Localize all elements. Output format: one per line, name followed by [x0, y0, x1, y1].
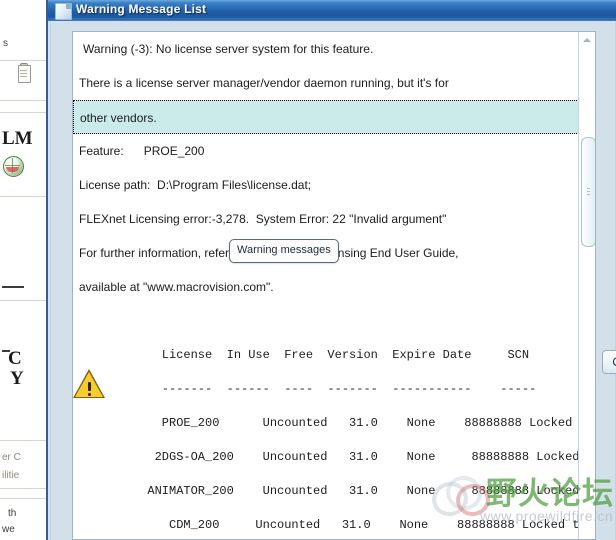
background-text-4: er C — [2, 452, 21, 463]
tooltip: Warning messages — [229, 239, 339, 263]
globe-icon — [3, 156, 24, 177]
background-text-3: Y — [10, 368, 24, 389]
background-rule — [2, 350, 10, 352]
background-divider — [0, 196, 46, 197]
clipboard-icon — [16, 63, 32, 83]
background-divider — [0, 488, 46, 489]
dialog-title: Warning Message List — [76, 2, 207, 16]
message-line[interactable]: Warning (-3): No license server system f… — [73, 32, 579, 66]
message-line[interactable]: Feature: PROE_200 — [73, 134, 579, 168]
background-text-2: C — [8, 348, 22, 369]
message-line-selected[interactable]: other vendors. — [73, 100, 579, 134]
message-list[interactable]: Warning (-3): No license server system f… — [73, 32, 579, 539]
background-application: s LM C Yer C ilitie th we — [0, 0, 46, 540]
background-text-6: th — [8, 508, 17, 519]
background-divider — [0, 440, 46, 441]
background-text-5: ilitie — [2, 470, 20, 481]
vertical-scrollbar[interactable] — [578, 32, 595, 539]
warning-triangle-icon — [73, 369, 106, 399]
message-line[interactable]: FLEXnet Licensing error:-3,278. System E… — [73, 202, 579, 236]
background-divider — [0, 300, 46, 301]
dialog-body: Warning (-3): No license server system f… — [48, 21, 616, 540]
background-rule — [2, 286, 24, 288]
license-table-separator: ------- ------ ---- ------- ----------- … — [133, 382, 537, 396]
warning-message-list-dialog: Warning Message List Warning (-3): No li… — [46, 0, 616, 540]
message-line[interactable]: There is a license server manager/vendor… — [73, 66, 579, 100]
message-line[interactable]: available at "www.macrovision.com". — [73, 270, 579, 304]
message-list-panel[interactable]: Warning (-3): No license server system f… — [72, 31, 596, 540]
message-line[interactable]: License path: D:\Program Files\license.d… — [73, 168, 579, 202]
document-icon — [55, 3, 72, 20]
license-table-row[interactable]: 2DGS-OA_200 Uncounted 31.0 None 88888888… — [73, 440, 579, 474]
background-text-7: we — [2, 524, 15, 535]
background-divider — [0, 112, 46, 113]
license-table-row[interactable]: ANIMATOR_200 Uncounted 31.0 None 8888888… — [73, 474, 579, 508]
ok-button[interactable]: O — [602, 350, 616, 374]
dialog-title-bar[interactable]: Warning Message List — [48, 0, 616, 21]
background-divider — [0, 100, 46, 101]
message-line[interactable] — [73, 304, 579, 338]
scroll-up-icon[interactable] — [579, 32, 595, 48]
license-table-row[interactable]: CDM_200 Uncounted 31.0 None 88888888 Loc… — [73, 508, 579, 539]
scrollbar-thumb[interactable] — [581, 137, 595, 247]
background-text-0: s — [3, 38, 8, 49]
background-divider — [0, 498, 46, 499]
license-table-row[interactable]: PROE_200 Uncounted 31.0 None 88888888 Lo… — [73, 406, 579, 440]
background-divider — [0, 60, 46, 61]
license-table-header: License In Use Free Version Expire Date … — [133, 348, 530, 362]
background-text-1: LM — [2, 128, 33, 149]
